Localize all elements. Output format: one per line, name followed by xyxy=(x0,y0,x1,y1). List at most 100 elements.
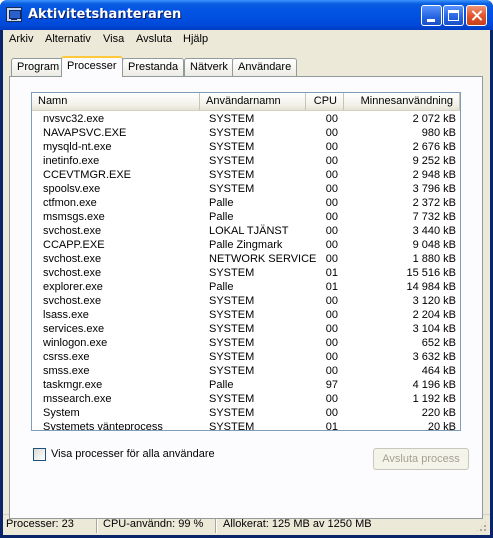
process-cpu: 00 xyxy=(325,309,338,321)
process-row[interactable]: CCEVTMGR.EXE SYSTEM 00 2 948 kB xyxy=(32,168,460,182)
status-process-count: Processer: 23 xyxy=(6,518,74,530)
process-row[interactable]: explorer.exe Palle 01 14 984 kB xyxy=(32,280,460,294)
process-row[interactable]: msmsgs.exe Palle 00 7 732 kB xyxy=(32,210,460,224)
tab-prestanda[interactable]: Prestanda xyxy=(122,58,185,76)
process-name: svchost.exe xyxy=(43,253,102,265)
column-header-cpu[interactable]: CPU xyxy=(306,93,344,110)
process-row[interactable]: winlogon.exe SYSTEM 00 652 kB xyxy=(32,336,460,350)
tab-processer[interactable]: Processer xyxy=(61,56,123,77)
status-cpu-usage: CPU-användn: 99 % xyxy=(103,518,204,530)
process-name: winlogon.exe xyxy=(43,337,108,349)
process-row[interactable]: smss.exe SYSTEM 00 464 kB xyxy=(32,364,460,378)
menu-visa[interactable]: Visa xyxy=(103,33,124,45)
process-name: CCEVTMGR.EXE xyxy=(43,169,132,181)
process-cpu: 00 xyxy=(325,225,338,237)
process-row[interactable]: lsass.exe SYSTEM 00 2 204 kB xyxy=(32,308,460,322)
process-row[interactable]: svchost.exe SYSTEM 01 15 516 kB xyxy=(32,266,460,280)
process-memory: 1 192 kB xyxy=(412,393,456,405)
show-all-processes-label[interactable]: Visa processer för alla användare xyxy=(51,448,215,461)
process-cpu: 00 xyxy=(325,295,338,307)
process-list[interactable]: Namn Användarnamn CPU Minnesanvändning n… xyxy=(31,92,461,431)
process-name: svchost.exe xyxy=(43,267,102,279)
column-header-memory[interactable]: Minnesanvändning xyxy=(344,93,460,110)
process-row[interactable]: System SYSTEM 00 220 kB xyxy=(32,406,460,420)
process-row[interactable]: spoolsv.exe SYSTEM 00 3 796 kB xyxy=(32,182,460,196)
process-memory: 3 440 kB xyxy=(412,225,456,237)
process-name: csrss.exe xyxy=(43,351,90,363)
process-user: SYSTEM xyxy=(209,393,255,405)
process-list-body: nvsvc32.exe SYSTEM 00 2 072 kB NAVAPSVC.EXE S… xyxy=(32,112,460,431)
process-row[interactable]: CCAPP.EXE Palle Zingmark 00 9 048 kB xyxy=(32,238,460,252)
minimize-icon xyxy=(427,19,435,22)
menu-hjalp[interactable]: Hjälp xyxy=(183,33,208,45)
process-memory: 14 984 kB xyxy=(406,281,456,293)
process-name: System xyxy=(43,407,80,419)
show-all-processes-checkbox[interactable] xyxy=(33,448,46,461)
process-cpu: 00 xyxy=(325,407,338,419)
process-cpu: 00 xyxy=(325,113,338,125)
process-row[interactable]: svchost.exe NETWORK SERVICE 00 1 880 kB xyxy=(32,252,460,266)
status-commit-charge: Allokerat: 125 MB av 1250 MB xyxy=(223,518,372,530)
process-cpu: 01 xyxy=(325,421,338,431)
process-row[interactable]: taskmgr.exe Palle 97 4 196 kB xyxy=(32,378,460,392)
task-manager-icon[interactable] xyxy=(6,7,22,22)
process-row[interactable]: Systemets vänteprocess SYSTEM 01 20 kB xyxy=(32,420,460,431)
process-name: inetinfo.exe xyxy=(43,155,100,167)
process-user: SYSTEM xyxy=(209,337,255,349)
process-user: SYSTEM xyxy=(209,113,255,125)
process-row[interactable]: svchost.exe SYSTEM 00 3 120 kB xyxy=(32,294,460,308)
resize-grip[interactable] xyxy=(475,520,488,533)
process-memory: 20 kB xyxy=(427,421,456,431)
end-process-button[interactable]: Avsluta process xyxy=(373,448,469,470)
menu-alternativ[interactable]: Alternativ xyxy=(45,33,91,45)
processes-tab-panel: Namn Användarnamn CPU Minnesanvändning n… xyxy=(9,76,483,519)
process-cpu: 00 xyxy=(325,183,338,195)
process-list-header: Namn Användarnamn CPU Minnesanvändning xyxy=(32,93,460,111)
status-separator xyxy=(96,517,98,533)
process-memory: 980 kB xyxy=(421,127,456,139)
process-row[interactable]: svchost.exe LOKAL TJÄNST 00 3 440 kB xyxy=(32,224,460,238)
process-memory: 652 kB xyxy=(421,337,456,349)
process-user: Palle Zingmark xyxy=(209,239,283,251)
process-name: msmsgs.exe xyxy=(43,211,105,223)
task-manager-window: Aktivitetshanteraren Arkiv Alternativ Vi… xyxy=(0,0,493,538)
title-bar[interactable]: Aktivitetshanteraren xyxy=(0,0,493,30)
menu-bar: Arkiv Alternativ Visa Avsluta Hjälp xyxy=(3,30,490,49)
process-user: Palle xyxy=(209,197,234,209)
process-user: Palle xyxy=(209,281,234,293)
process-user: SYSTEM xyxy=(209,323,255,335)
process-row[interactable]: services.exe SYSTEM 00 3 104 kB xyxy=(32,322,460,336)
column-header-name[interactable]: Namn xyxy=(32,93,200,110)
process-row[interactable]: csrss.exe SYSTEM 00 3 632 kB xyxy=(32,350,460,364)
process-cpu: 00 xyxy=(325,169,338,181)
tab-anvandare[interactable]: Användare xyxy=(232,58,298,76)
process-row[interactable]: ctfmon.exe Palle 00 2 372 kB xyxy=(32,196,460,210)
process-name: lsass.exe xyxy=(43,309,89,321)
process-cpu: 00 xyxy=(325,141,338,153)
minimize-button[interactable] xyxy=(421,5,442,26)
process-user: NETWORK SERVICE xyxy=(209,253,317,265)
process-memory: 3 120 kB xyxy=(412,295,456,307)
process-name: Systemets vänteprocess xyxy=(43,421,163,431)
process-cpu: 00 xyxy=(325,155,338,167)
process-memory: 15 516 kB xyxy=(406,267,456,279)
maximize-button[interactable] xyxy=(443,5,464,26)
process-user: SYSTEM xyxy=(209,421,255,431)
process-row[interactable]: mysqld-nt.exe SYSTEM 00 2 676 kB xyxy=(32,140,460,154)
process-row[interactable]: nvsvc32.exe SYSTEM 00 2 072 kB xyxy=(32,112,460,126)
maximize-icon xyxy=(448,10,459,21)
process-memory: 2 676 kB xyxy=(412,141,456,153)
tab-program[interactable]: Program xyxy=(11,58,66,76)
process-name: CCAPP.EXE xyxy=(43,239,105,251)
process-cpu: 00 xyxy=(325,127,338,139)
process-row[interactable]: inetinfo.exe SYSTEM 00 9 252 kB xyxy=(32,154,460,168)
close-button[interactable] xyxy=(466,5,487,26)
menu-avsluta[interactable]: Avsluta xyxy=(136,33,172,45)
process-row[interactable]: NAVAPSVC.EXE SYSTEM 00 980 kB xyxy=(32,126,460,140)
tab-natverk[interactable]: Nätverk xyxy=(184,58,234,76)
process-row[interactable]: mssearch.exe SYSTEM 00 1 192 kB xyxy=(32,392,460,406)
column-header-user[interactable]: Användarnamn xyxy=(200,93,306,110)
process-name: taskmgr.exe xyxy=(43,379,103,391)
process-name: explorer.exe xyxy=(43,281,103,293)
menu-arkiv[interactable]: Arkiv xyxy=(9,33,33,45)
